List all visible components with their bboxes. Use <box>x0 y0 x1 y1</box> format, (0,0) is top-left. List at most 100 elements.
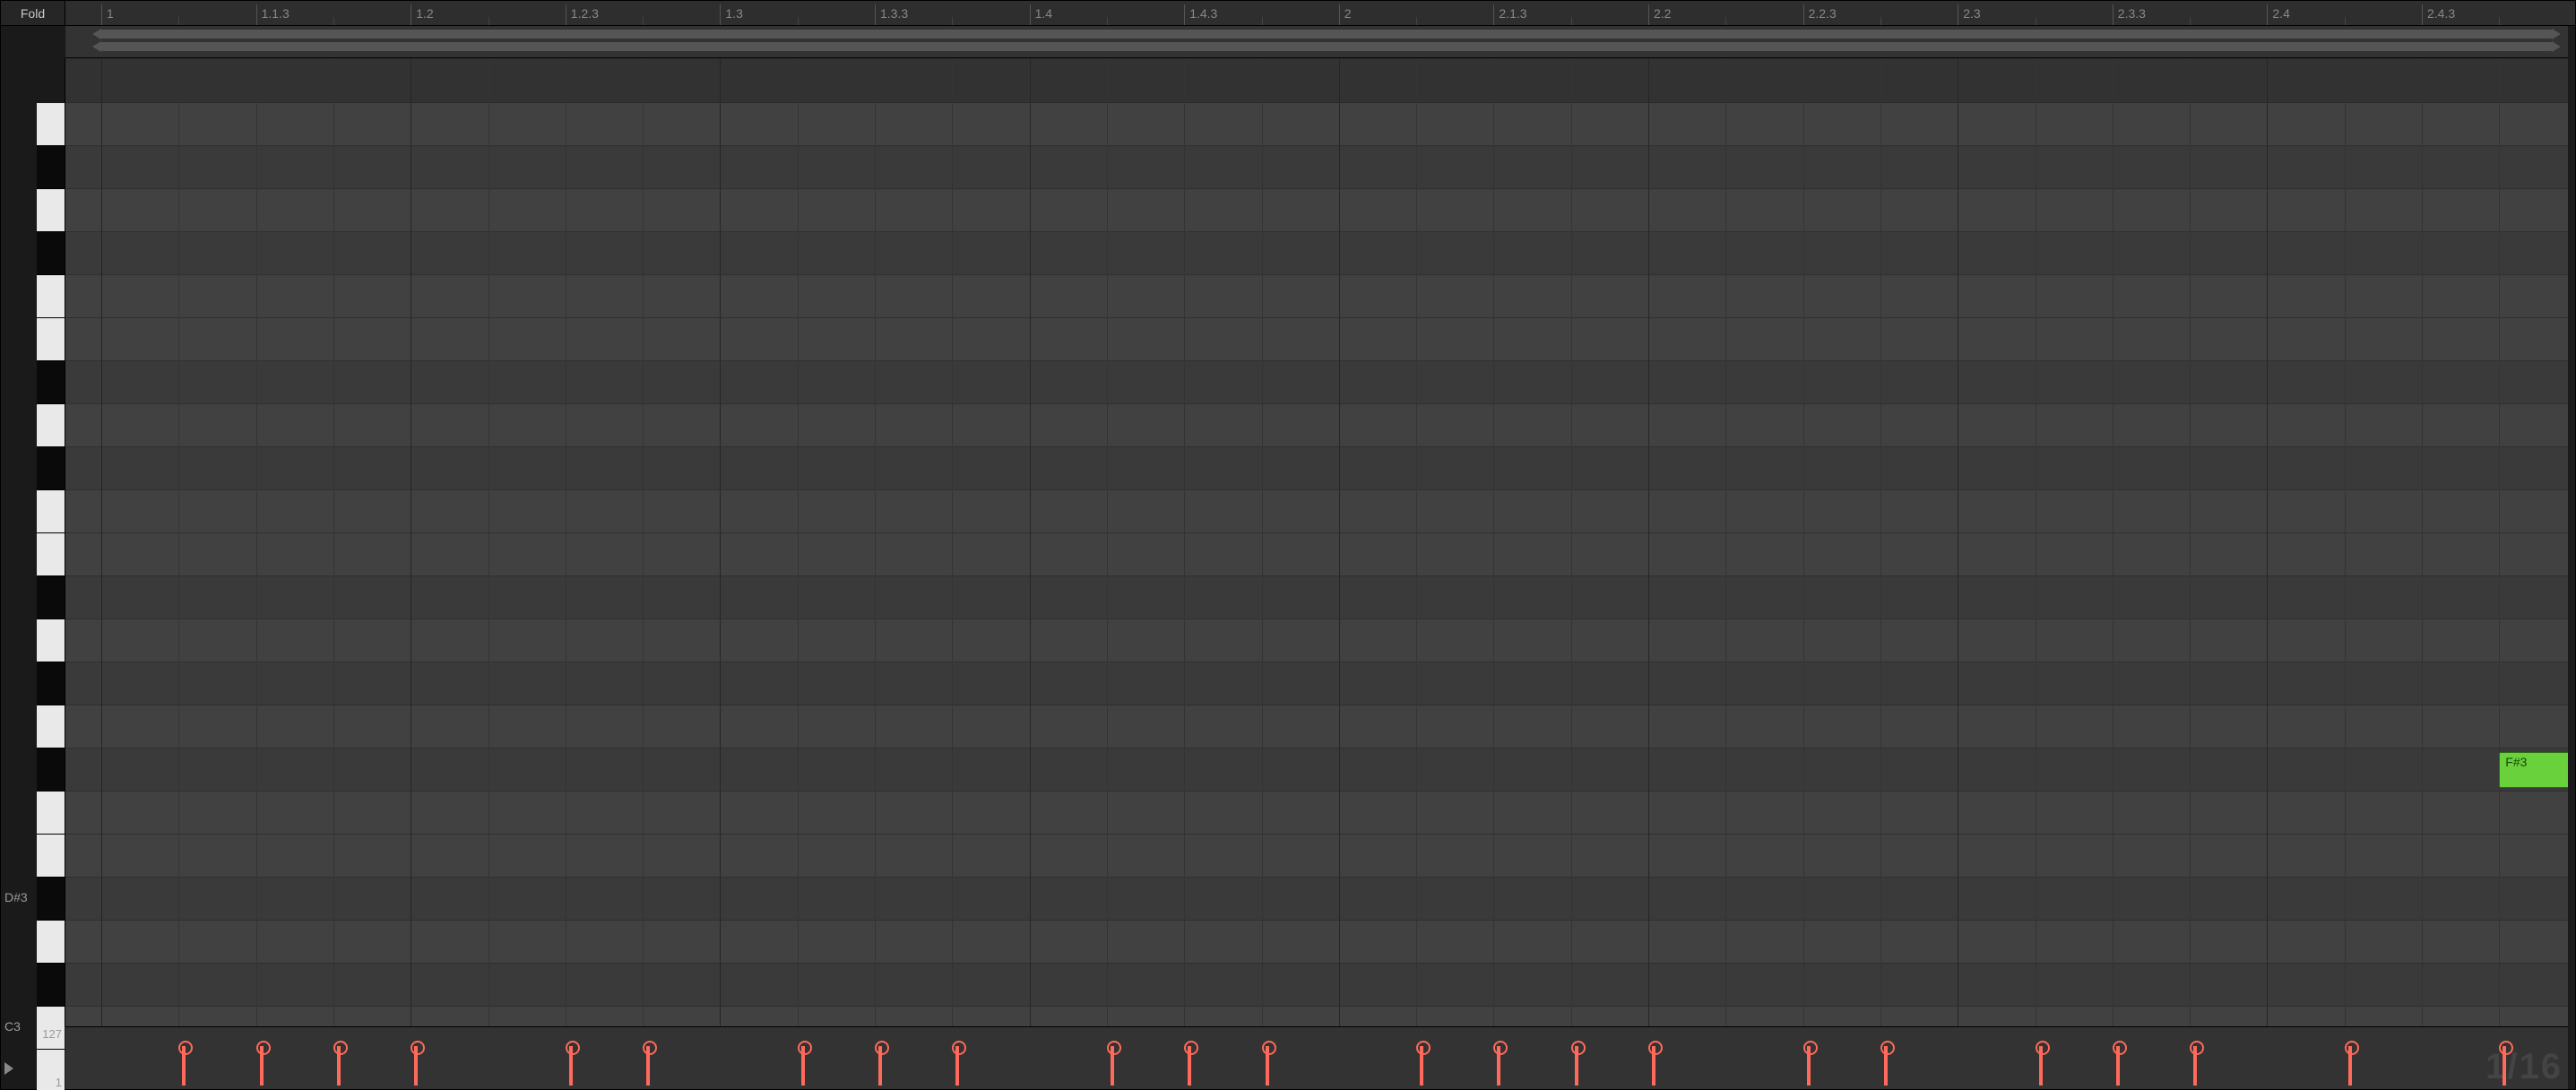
piano-key[interactable] <box>37 490 65 533</box>
overview-scrollbar-bottom[interactable] <box>101 42 2552 51</box>
ruler-label: 2.4 <box>2272 6 2289 21</box>
piano-key[interactable] <box>37 878 65 921</box>
velocity-marker[interactable] <box>878 1046 882 1086</box>
piano-key[interactable] <box>37 318 65 361</box>
grid-row <box>65 748 2568 792</box>
velocity-max-label: 127 <box>42 1027 62 1041</box>
ruler-label: 2.3 <box>1963 6 1980 21</box>
piano-keyboard[interactable] <box>37 58 65 1026</box>
ruler-label: 1.3 <box>725 6 742 21</box>
grid-row <box>65 533 2568 576</box>
velocity-lane[interactable]: 127 1 1/16 <box>65 1026 2568 1089</box>
grid-row <box>65 921 2568 964</box>
grid-row <box>65 103 2568 146</box>
grid-resolution-label: 1/16 <box>2485 1047 2563 1087</box>
grid-row <box>65 964 2568 1007</box>
piano-key[interactable] <box>37 748 65 792</box>
left-column: D#3C3C2 <box>1 58 65 1026</box>
grid-row <box>65 878 2568 921</box>
piano-key[interactable] <box>37 232 65 275</box>
velocity-marker[interactable] <box>801 1046 805 1086</box>
velocity-marker[interactable] <box>414 1046 418 1086</box>
ruler-label: 1 <box>107 6 114 21</box>
grid-row <box>65 404 2568 447</box>
pitch-label: C3 <box>4 1019 21 1034</box>
midi-editor-frame: Fold 11.1.31.21.2.31.31.3.31.41.4.322.1.… <box>0 0 2576 1090</box>
piano-key[interactable] <box>37 619 65 662</box>
piano-key[interactable] <box>37 447 65 490</box>
piano-key[interactable] <box>37 705 65 748</box>
velocity-marker[interactable] <box>1497 1046 1500 1086</box>
velocity-marker[interactable] <box>955 1046 959 1086</box>
grid-row <box>65 361 2568 404</box>
velocity-marker[interactable] <box>2348 1046 2352 1086</box>
piano-key[interactable] <box>37 662 65 705</box>
piano-key[interactable] <box>37 361 65 404</box>
velocity-scale: 127 1 <box>30 1027 65 1089</box>
velocity-marker[interactable] <box>2193 1046 2197 1086</box>
grid-row <box>65 1007 2568 1026</box>
piano-key[interactable] <box>37 275 65 318</box>
piano-key[interactable] <box>37 189 65 232</box>
ruler-label: 1.4.3 <box>1189 6 1217 21</box>
pitch-label: D#3 <box>4 890 28 904</box>
clip-overview[interactable] <box>65 26 2568 58</box>
velocity-marker[interactable] <box>2039 1046 2043 1086</box>
velocity-marker[interactable] <box>182 1046 186 1086</box>
velocity-marker[interactable] <box>1884 1046 1888 1086</box>
ruler-label: 1.2.3 <box>571 6 599 21</box>
ruler-label: 1.2 <box>416 6 433 21</box>
grid-row <box>65 146 2568 189</box>
grid-row <box>65 275 2568 318</box>
velocity-marker[interactable] <box>569 1046 573 1086</box>
velocity-marker[interactable] <box>1575 1046 1578 1086</box>
ruler-label: 1.1.3 <box>262 6 290 21</box>
ruler-label: 2.3.3 <box>2118 6 2146 21</box>
velocity-marker[interactable] <box>260 1046 264 1086</box>
piano-key[interactable] <box>37 835 65 878</box>
grid-row <box>65 447 2568 490</box>
ruler-label: 1.3.3 <box>880 6 908 21</box>
ruler-label: 2.2.3 <box>1809 6 1837 21</box>
velocity-marker[interactable] <box>337 1046 341 1086</box>
note-grid[interactable]: F#3A2A2G2G2G2G2G2G2G2G2G2G2G2G2G2G2G2G2G… <box>65 58 2568 1026</box>
ruler-label: 2.2 <box>1654 6 1671 21</box>
piano-key[interactable] <box>37 404 65 447</box>
piano-key[interactable] <box>37 146 65 189</box>
velocity-marker[interactable] <box>2503 1046 2506 1086</box>
velocity-marker[interactable] <box>646 1046 650 1086</box>
grid-row <box>65 576 2568 619</box>
velocity-marker[interactable] <box>1266 1046 1269 1086</box>
velocity-min-label: 1 <box>56 1076 62 1089</box>
grid-row <box>65 189 2568 232</box>
grid-row <box>65 490 2568 533</box>
piano-key[interactable] <box>37 921 65 964</box>
velocity-marker[interactable] <box>1420 1046 1423 1086</box>
overview-scrollbar-top[interactable] <box>101 30 2552 39</box>
grid-row <box>65 318 2568 361</box>
grid-row <box>65 232 2568 275</box>
play-icon[interactable] <box>4 1062 13 1075</box>
piano-key[interactable] <box>37 533 65 576</box>
grid-row <box>65 662 2568 705</box>
velocity-marker[interactable] <box>1807 1046 1811 1086</box>
top-row: Fold 11.1.31.21.2.31.31.3.31.41.4.322.1.… <box>1 1 2575 26</box>
velocity-marker[interactable] <box>1111 1046 1114 1086</box>
grid-header-strip <box>65 58 2568 103</box>
velocity-marker[interactable] <box>1188 1046 1191 1086</box>
fold-button[interactable]: Fold <box>1 1 65 26</box>
midi-note[interactable]: F#3 <box>2499 752 2568 788</box>
ruler-label: 2.1.3 <box>1499 6 1526 21</box>
grid-row <box>65 705 2568 748</box>
grid-row <box>65 792 2568 835</box>
piano-key[interactable] <box>37 576 65 619</box>
piano-key[interactable] <box>37 964 65 1007</box>
piano-key[interactable] <box>37 103 65 146</box>
velocity-marker[interactable] <box>2116 1046 2120 1086</box>
grid-row <box>65 619 2568 662</box>
time-ruler[interactable]: 11.1.31.21.2.31.31.3.31.41.4.322.1.32.22… <box>65 1 2575 26</box>
velocity-marker[interactable] <box>1652 1046 1655 1086</box>
piano-key[interactable] <box>37 792 65 835</box>
ruler-label: 2.4.3 <box>2427 6 2455 21</box>
ruler-label: 1.4 <box>1035 6 1052 21</box>
